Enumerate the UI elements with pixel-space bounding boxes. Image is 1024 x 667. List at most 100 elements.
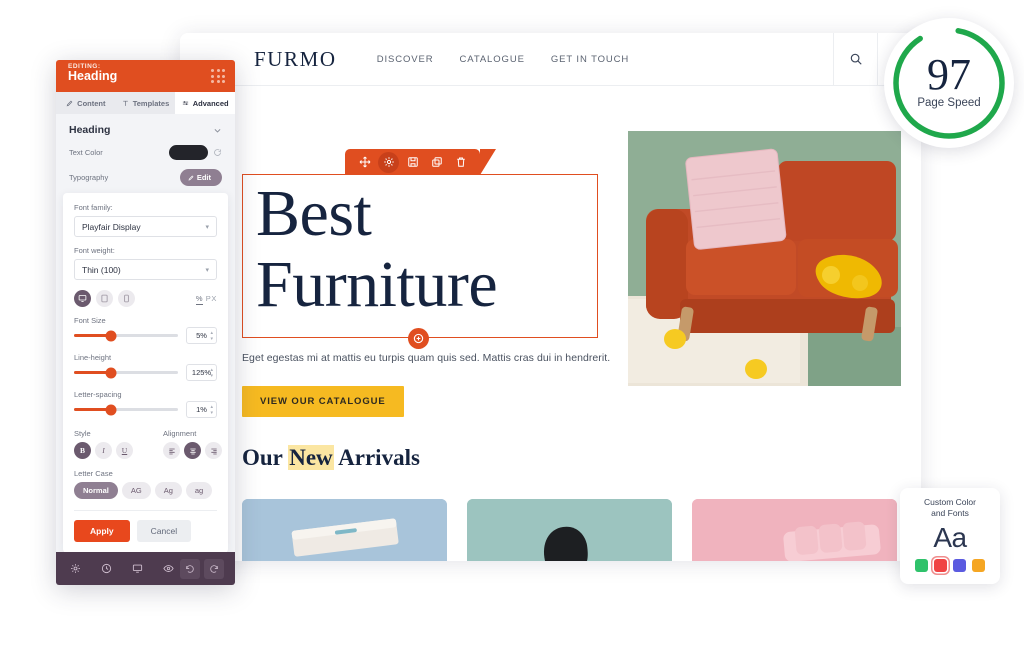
unit-percent[interactable]: % xyxy=(195,294,204,305)
letter-spacing-slider-knob[interactable] xyxy=(105,404,117,415)
letter-case-normal[interactable]: Normal xyxy=(74,482,118,499)
arrivals-title-before: Our xyxy=(242,445,289,470)
page-speed-label: Page Speed xyxy=(917,96,981,109)
page-speed-content: 97 Page Speed xyxy=(917,50,981,109)
line-height-slider-knob[interactable] xyxy=(105,367,117,378)
font-size-slider[interactable] xyxy=(74,330,178,341)
save-icon xyxy=(407,157,418,167)
font-weight-value: Thin (100) xyxy=(82,264,121,275)
apply-button[interactable]: Apply xyxy=(74,520,130,542)
hero-section: Best Furniture Eget egestas mi at mattis… xyxy=(180,86,921,433)
ccf-swatch-blue[interactable] xyxy=(953,558,966,572)
arrivals-title-highlight: New xyxy=(288,445,334,470)
letter-spacing-input[interactable]: 1% ▴ ▾ xyxy=(186,401,217,418)
site-logo[interactable]: FURMO xyxy=(254,47,337,72)
ccf-swatch-green[interactable] xyxy=(915,558,928,572)
page-speed-score: 97 xyxy=(927,50,971,100)
line-height-slider[interactable] xyxy=(74,367,178,378)
popover-actions: Apply Cancel xyxy=(74,520,217,542)
ccf-swatch-orange[interactable] xyxy=(972,558,985,572)
align-right-button[interactable] xyxy=(205,442,222,459)
cancel-button[interactable]: Cancel xyxy=(136,520,192,542)
product-card-teal[interactable] xyxy=(467,499,672,561)
move-arrows-icon xyxy=(359,156,370,168)
unit-toggle[interactable]: % PX xyxy=(195,294,217,305)
product-card-blue[interactable] xyxy=(242,499,447,561)
nav-item-get-in-touch[interactable]: GET IN TOUCH xyxy=(551,54,629,65)
letter-case-capitalize[interactable]: Ag xyxy=(154,482,182,499)
hero-subtitle: Eget egestas mi at mattis eu turpis quam… xyxy=(242,352,611,364)
italic-button[interactable]: I xyxy=(95,442,112,459)
letter-case-label: Letter Case xyxy=(74,469,113,478)
save-template-button[interactable] xyxy=(402,152,423,173)
arrivals-heading: Our New Arrivals xyxy=(242,445,420,471)
font-size-input[interactable]: 5% ▴ ▾ xyxy=(186,327,217,344)
letter-spacing-slider[interactable] xyxy=(74,404,178,415)
style-label: Style xyxy=(74,429,91,438)
footer-undo-button[interactable] xyxy=(180,558,200,579)
product-photo-teal xyxy=(467,499,672,561)
stepper-icon[interactable]: ▴ ▾ xyxy=(210,367,213,379)
hero-cta-button[interactable]: VIEW OUR CATALOGUE xyxy=(242,386,404,417)
line-height-input[interactable]: 125% ▴ ▾ xyxy=(186,364,217,381)
grid-dots-icon[interactable] xyxy=(211,69,225,83)
search-icon xyxy=(850,53,862,65)
move-element-button[interactable] xyxy=(354,152,375,173)
delete-button[interactable] xyxy=(450,152,471,173)
device-mobile-button[interactable] xyxy=(118,290,135,307)
nav-item-catalogue[interactable]: CATALOGUE xyxy=(460,54,525,65)
underline-button[interactable]: U xyxy=(116,442,133,459)
ccf-title-line-1: Custom Color xyxy=(924,497,976,507)
orange-sofa-photo xyxy=(628,131,901,386)
heading-section-title: Heading xyxy=(69,124,111,136)
editing-eyebrow: EDITING: xyxy=(68,63,101,70)
hero-heading-line-2: Furniture xyxy=(256,248,498,322)
typography-label: Typography xyxy=(69,173,109,182)
font-weight-select[interactable]: Thin (100) ▾ xyxy=(74,259,217,280)
text-color-swatch[interactable] xyxy=(169,145,208,160)
footer-history-button[interactable] xyxy=(98,559,116,579)
selected-heading-block[interactable]: Best Furniture xyxy=(242,174,598,338)
nav-item-discover[interactable]: DISCOVER xyxy=(377,54,434,65)
typography-edit-button[interactable]: Edit xyxy=(179,169,222,186)
element-settings-button[interactable] xyxy=(378,151,399,173)
letter-case-group: Normal AG Ag ag xyxy=(74,482,217,499)
chevron-down-icon[interactable] xyxy=(213,126,222,135)
align-center-button[interactable] xyxy=(184,442,201,459)
footer-redo-button[interactable] xyxy=(204,558,224,579)
letter-case-upper[interactable]: AG xyxy=(121,482,151,499)
search-button[interactable] xyxy=(833,33,877,86)
footer-settings-button[interactable] xyxy=(67,559,85,579)
ccf-title-line-2: and Fonts xyxy=(931,508,969,519)
product-card-pink[interactable] xyxy=(692,499,897,561)
pencil-icon xyxy=(66,100,73,106)
letter-case-lower[interactable]: ag xyxy=(185,482,213,499)
align-left-button[interactable] xyxy=(163,442,180,459)
unit-px[interactable]: PX xyxy=(206,294,217,303)
screenshot-root: FURMO DISCOVER CATALOGUE GET IN TOUCH Be… xyxy=(0,0,1024,667)
footer-responsive-button[interactable] xyxy=(129,559,147,579)
stepper-icon[interactable]: ▴ ▾ xyxy=(210,330,213,342)
reset-icon[interactable] xyxy=(213,148,222,157)
heading-section-row[interactable]: Heading xyxy=(69,124,222,136)
duplicate-button[interactable] xyxy=(426,152,447,173)
ccf-swatch-red[interactable] xyxy=(934,558,947,572)
arrivals-title-after: Arrivals xyxy=(333,445,420,470)
tab-advanced[interactable]: Advanced xyxy=(175,92,235,114)
monitor-icon xyxy=(132,564,142,573)
line-height-slider-row: 125% ▴ ▾ xyxy=(74,364,217,381)
font-size-slider-knob[interactable] xyxy=(105,330,117,341)
tab-content[interactable]: Content xyxy=(56,92,116,114)
font-family-select[interactable]: Playfair Display ▾ xyxy=(74,216,217,237)
copy-icon xyxy=(431,157,442,167)
desktop-icon xyxy=(78,295,87,302)
tab-templates[interactable]: Templates xyxy=(116,92,176,114)
bold-button[interactable]: B xyxy=(74,442,91,459)
device-tablet-button[interactable] xyxy=(96,290,113,307)
device-desktop-button[interactable] xyxy=(74,290,91,307)
add-block-button[interactable] xyxy=(408,328,429,349)
stepper-icon[interactable]: ▴ ▾ xyxy=(210,404,213,416)
font-size-label: Font Size xyxy=(74,316,106,325)
trash-icon xyxy=(456,157,465,167)
footer-preview-button[interactable] xyxy=(159,559,177,579)
